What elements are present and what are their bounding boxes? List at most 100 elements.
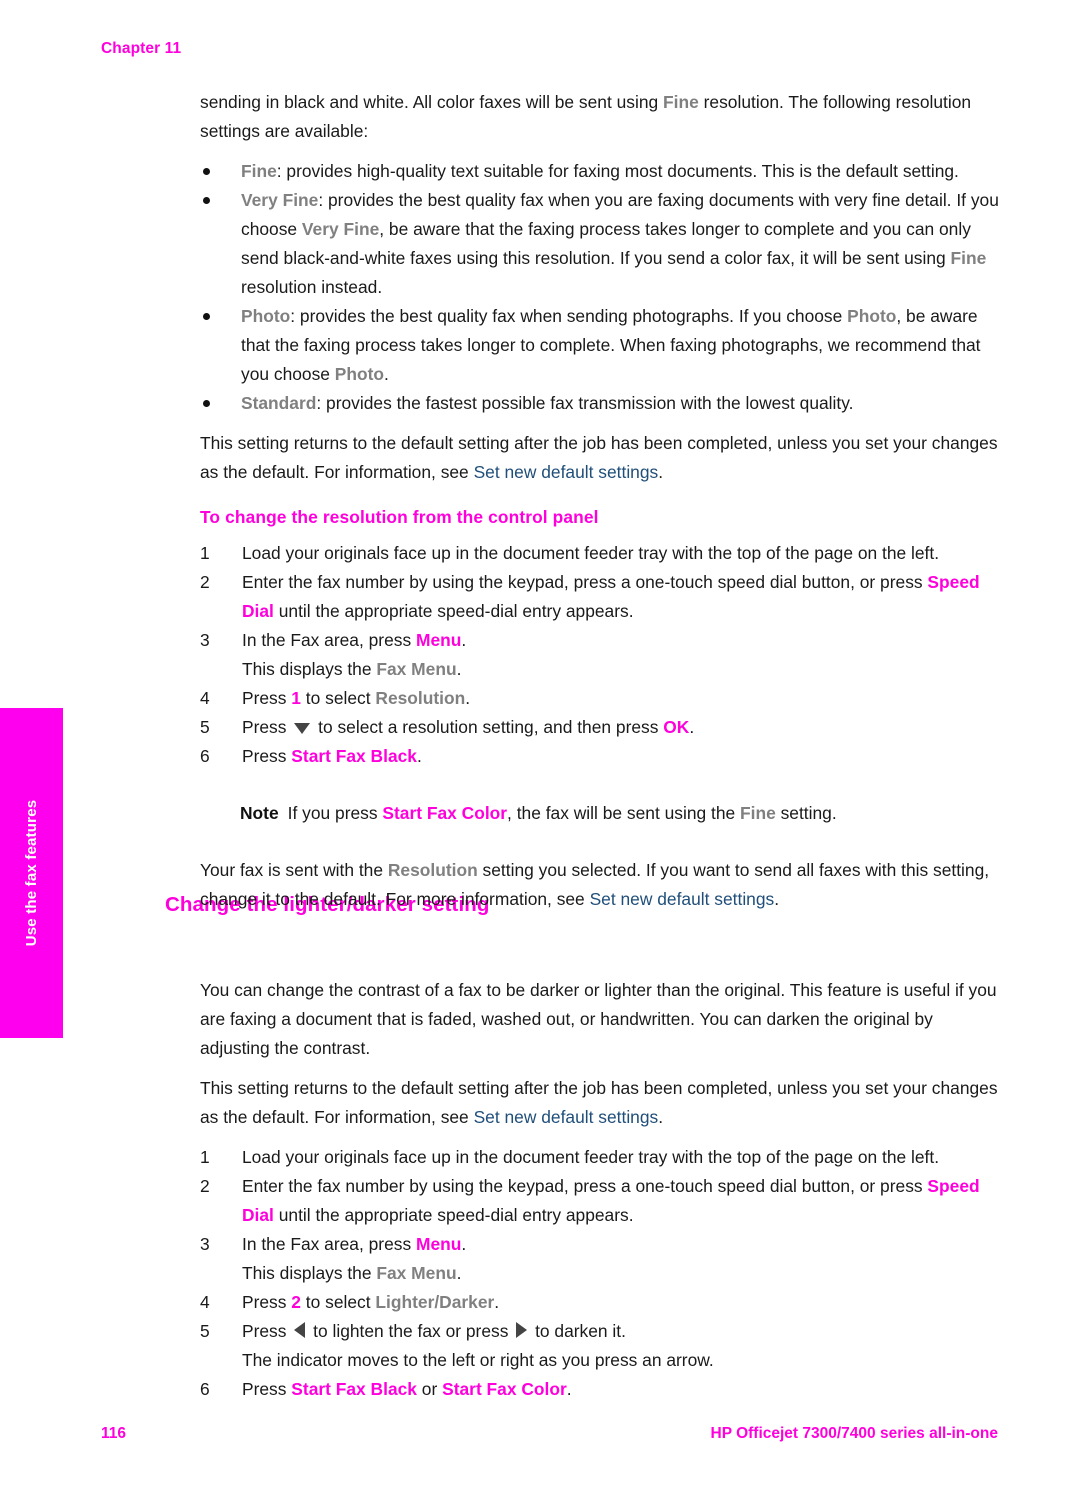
ui-term-photo: Photo: [241, 306, 291, 326]
step-text-b: .: [416, 746, 422, 766]
ui-term-fine: Fine: [663, 92, 699, 112]
link-set-new-default-settings[interactable]: Set new default settings: [474, 462, 659, 482]
list-item: Fine: provides high-quality text suitabl…: [200, 157, 1000, 186]
step-item: 3 In the Fax area, press Menu. This displ…: [200, 1230, 1000, 1288]
paragraph-text-b: .: [658, 1107, 664, 1127]
step-number: 3: [200, 630, 210, 650]
step-number: 4: [200, 1292, 210, 1312]
intro-paragraph: sending in black and white. All color fa…: [200, 88, 1000, 146]
triangle-right-icon: [516, 1322, 528, 1338]
step-item: 6 Press Start Fax Black or Start Fax Colo…: [200, 1375, 1000, 1404]
note-text-c: setting.: [775, 803, 837, 823]
ui-term-very-fine: Very Fine: [241, 190, 319, 210]
step-item: 1 Load your originals face up in the docu…: [200, 1143, 1000, 1172]
button-start-fax-color: Start Fax Color: [442, 1379, 567, 1399]
button-start-fax-black: Start Fax Black: [291, 746, 417, 766]
step-number: 2: [200, 572, 210, 592]
ui-term-very-fine-inline: Very Fine: [301, 219, 380, 239]
ui-term-fine: Fine: [740, 803, 776, 823]
step-item: 4 Press 1 to select Resolution.: [200, 684, 1000, 713]
note-text-b: , the fax will be sent using the: [507, 803, 741, 823]
step-substep: The indicator moves to the left or right…: [242, 1350, 714, 1370]
ui-term-photo-inline-1: Photo: [847, 306, 897, 326]
paragraph-text-b: .: [658, 462, 664, 482]
closing-text-a: Your fax is sent with the: [200, 860, 388, 880]
step-number: 3: [200, 1234, 210, 1254]
step-text-a: Press: [242, 717, 292, 737]
step-number: 1: [200, 1147, 210, 1167]
step-text: Load your originals face up in the docum…: [242, 1147, 940, 1167]
step-text-c: .: [689, 717, 695, 737]
step-text-c: to darken it.: [530, 1321, 626, 1341]
step-text-a: Press: [242, 1321, 292, 1341]
step-text-b: .: [461, 1234, 467, 1254]
step-substep: This displays the Fax Menu.: [242, 655, 1000, 684]
step-text-a: Press: [242, 1379, 292, 1399]
footer-product-name: HP Officejet 7300/7400 series all-in-one: [710, 1425, 998, 1442]
step-item: 4 Press 2 to select Lighter/Darker.: [200, 1288, 1000, 1317]
button-start-fax-color: Start Fax Color: [382, 803, 508, 823]
step-text-b: to select: [300, 1292, 376, 1312]
link-set-new-default-settings[interactable]: Set new default settings: [474, 1107, 659, 1127]
step-text-c: .: [494, 1292, 500, 1312]
step-item: 3 In the Fax area, press Menu. This displ…: [200, 626, 1000, 684]
list-item: Very Fine: provides the best quality fax…: [200, 186, 1000, 302]
ui-term-standard: Standard: [241, 393, 317, 413]
step-item: 5 Press to lighten the fax or press to da…: [200, 1317, 1000, 1375]
side-tab-use-the-fax-features: Use the fax features: [0, 708, 63, 1038]
default-settings-paragraph: This setting returns to the default sett…: [200, 429, 1000, 487]
step-text-a: Press: [242, 688, 292, 708]
resolution-settings-list: Fine: provides high-quality text suitabl…: [200, 157, 1000, 418]
step-item: 2 Enter the fax number by using the keypa…: [200, 568, 1000, 626]
button-menu: Menu: [416, 630, 462, 650]
closing-paragraph-resolution: Your fax is sent with the Resolution set…: [200, 856, 1000, 914]
button-menu: Menu: [416, 1234, 462, 1254]
substep-text-a: This displays the: [242, 659, 377, 679]
button-ok: OK: [663, 717, 690, 737]
lighter-darker-paragraph-1: You can change the contrast of a fax to …: [200, 980, 997, 1058]
step-text-b: or: [416, 1379, 443, 1399]
keypad-key-2: 2: [291, 1292, 301, 1312]
link-set-new-default-settings[interactable]: Set new default settings: [590, 889, 775, 909]
substep-text-a: This displays the: [242, 1263, 377, 1283]
bullet-text: : provides high-quality text suitable fo…: [276, 161, 959, 181]
step-number: 6: [200, 1379, 210, 1399]
side-tab-label: Use the fax features: [23, 799, 40, 947]
list-item: Standard: provides the fastest possible …: [200, 389, 1000, 418]
step-number: 2: [200, 1176, 210, 1196]
button-start-fax-black: Start Fax Black: [291, 1379, 417, 1399]
step-number: 5: [200, 717, 210, 737]
procedure-steps-resolution: 1 Load your originals face up in the docu…: [200, 539, 1000, 771]
step-item: 5 Press to select a resolution setting, a…: [200, 713, 1000, 742]
triangle-left-icon: [294, 1322, 306, 1338]
step-item: 2 Enter the fax number by using the keypa…: [200, 1172, 1000, 1230]
step-text-c: .: [566, 1379, 572, 1399]
triangle-down-icon: [294, 723, 311, 734]
step-text-b: to select: [300, 688, 376, 708]
step-substep: This displays the Fax Menu.: [242, 1259, 1000, 1288]
step-number: 5: [200, 1321, 210, 1341]
step-item: 1 Load your originals face up in the docu…: [200, 539, 1000, 568]
step-text-b: to select a resolution setting, and then…: [313, 717, 664, 737]
page-content: sending in black and white. All color fa…: [200, 88, 1000, 1404]
step-text-a: Enter the fax number by using the keypad…: [242, 1176, 928, 1196]
footer-page-number: 116: [101, 1425, 127, 1442]
step-text-b: until the appropriate speed-dial entry a…: [273, 601, 634, 621]
bullet-text-c: resolution instead.: [241, 277, 383, 297]
ui-term-resolution: Resolution: [375, 688, 466, 708]
step-number: 1: [200, 543, 210, 563]
step-number: 4: [200, 688, 210, 708]
ui-term-fax-menu: Fax Menu: [376, 659, 457, 679]
step-text-c: .: [465, 688, 471, 708]
chapter-label: Chapter 11: [101, 40, 182, 57]
step-text-a: In the Fax area, press: [242, 630, 416, 650]
step-text: Load your originals face up in the docum…: [242, 543, 940, 563]
step-text-b: .: [461, 630, 467, 650]
keypad-key-1: 1: [291, 688, 301, 708]
step-text-a: Press: [242, 1292, 292, 1312]
closing-text-c: .: [774, 889, 780, 909]
ui-term-fine: Fine: [241, 161, 277, 181]
ui-term-fax-menu: Fax Menu: [376, 1263, 457, 1283]
step-text-b: to lighten the fax or press: [308, 1321, 514, 1341]
procedure-steps-lighter-darker: 1 Load your originals face up in the docu…: [200, 1143, 1000, 1404]
